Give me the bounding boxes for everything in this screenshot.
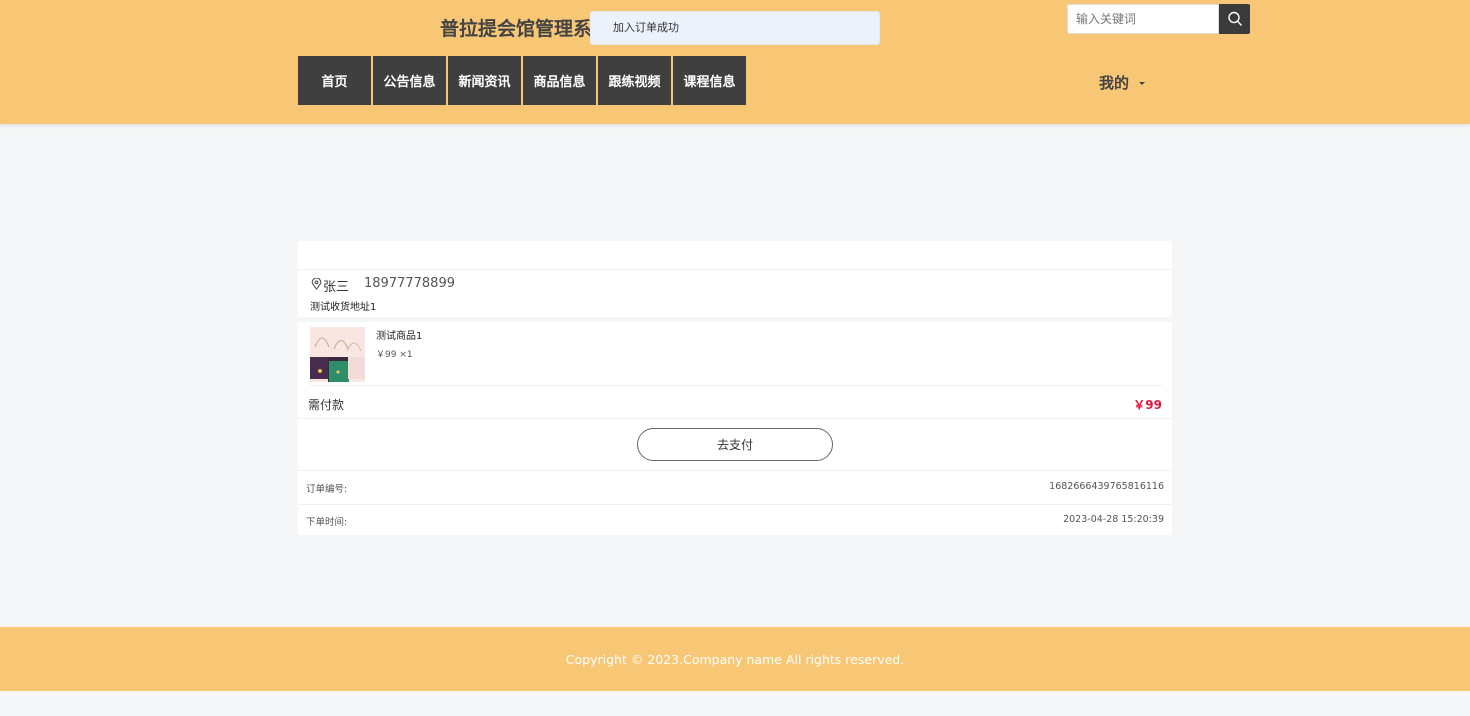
nav-item-news[interactable]: 新闻资讯 — [448, 56, 521, 105]
footer: Copyright © 2023.Company name All rights… — [0, 627, 1470, 691]
receiver-name: 张三 — [323, 280, 350, 295]
divider — [298, 504, 1172, 505]
nav-item-products[interactable]: 商品信息 — [523, 56, 596, 105]
search-icon — [1227, 11, 1242, 26]
search-input[interactable] — [1067, 4, 1219, 34]
nav-item-home[interactable]: 首页 — [298, 56, 371, 105]
product-name: 测试商品1 — [376, 331, 423, 342]
main-nav: 首页 公告信息 新闻资讯 商品信息 跟练视频 课程信息 — [298, 56, 748, 105]
nav-item-courses[interactable]: 课程信息 — [673, 56, 746, 105]
location-icon — [311, 278, 322, 290]
amount-due-value: ￥99 — [1133, 398, 1162, 412]
divider — [310, 385, 1162, 386]
product-image[interactable] — [310, 327, 365, 382]
divider — [298, 470, 1172, 471]
order-time-label: 下单时间: — [306, 517, 348, 528]
receiver-phone: 18977778899 — [364, 276, 455, 291]
copyright-text: Copyright © 2023.Company name All rights… — [565, 651, 905, 667]
order-number-label: 订单编号: — [306, 484, 348, 495]
site-title: 普拉提会馆管理系 — [440, 18, 593, 40]
receiver-address: 测试收货地址1 — [310, 302, 377, 313]
divider — [298, 418, 1172, 419]
nav-item-announcements[interactable]: 公告信息 — [373, 56, 446, 105]
product-price-qty: ￥99 ×1 — [376, 350, 413, 360]
mine-label: 我的 — [1099, 74, 1130, 92]
amount-due-label: 需付款 — [308, 398, 345, 412]
pay-button[interactable]: 去支付 — [637, 428, 833, 461]
mine-dropdown[interactable]: 我的 — [1099, 72, 1146, 93]
divider — [298, 269, 1172, 270]
toast-message: 加入订单成功 — [590, 11, 880, 45]
header: 普拉提会馆管理系 加入订单成功 首页 公告信息 新闻资讯 商品信息 跟练视频 课… — [0, 0, 1470, 124]
order-number-value: 1682666439765816116 — [1049, 481, 1164, 492]
nav-item-training-videos[interactable]: 跟练视频 — [598, 56, 671, 105]
search-button[interactable] — [1219, 4, 1250, 34]
chevron-down-icon — [1139, 82, 1146, 85]
order-time-value: 2023-04-28 15:20:39 — [1063, 514, 1164, 525]
